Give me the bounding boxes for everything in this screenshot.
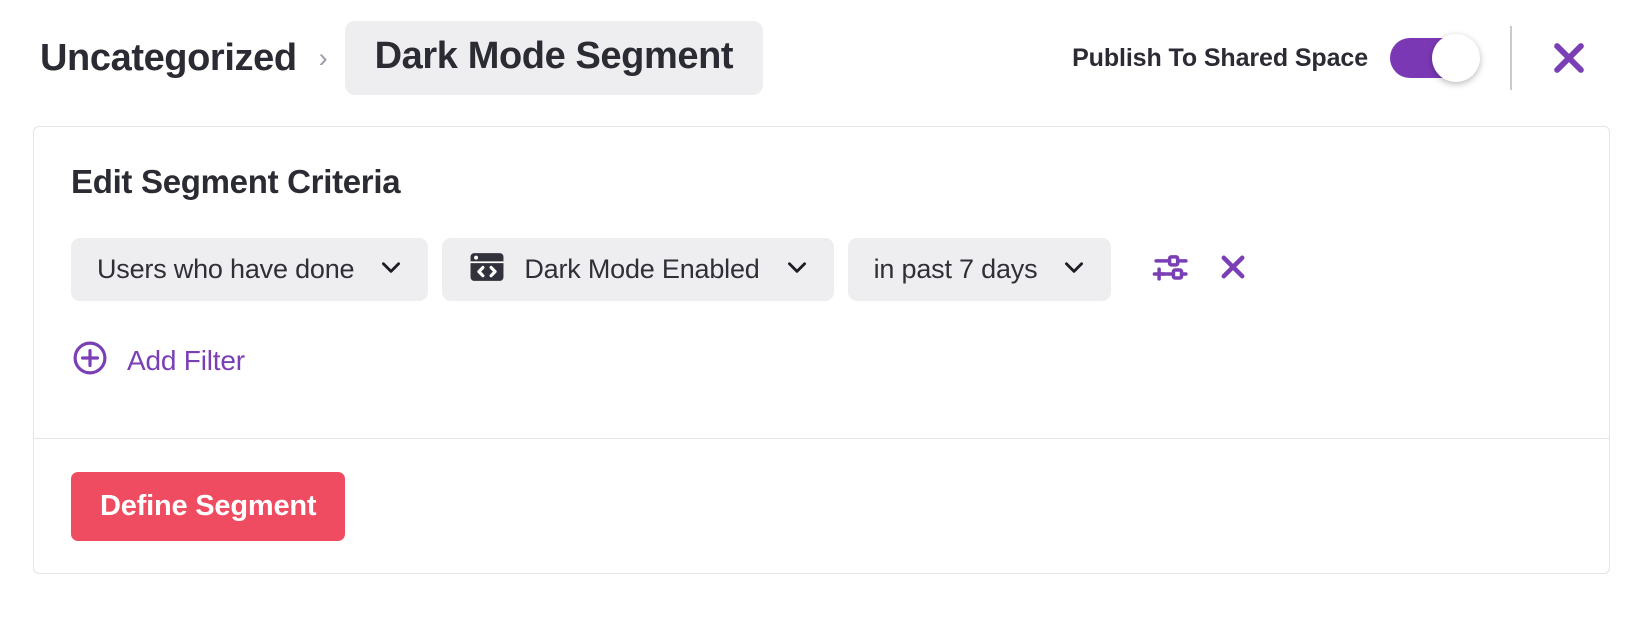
segment-editor-page: Uncategorized › Dark Mode Segment Publis… bbox=[0, 0, 1642, 632]
card-title: Edit Segment Criteria bbox=[71, 163, 401, 200]
chevron-down-icon bbox=[784, 254, 810, 285]
card-footer: Define Segment bbox=[34, 439, 1609, 573]
event-dropdown[interactable]: Dark Mode Enabled bbox=[442, 238, 834, 301]
publish-to-shared-space-toggle[interactable] bbox=[1390, 34, 1480, 82]
breadcrumb-root[interactable]: Uncategorized bbox=[40, 37, 297, 80]
event-dropdown-value: Dark Mode Enabled bbox=[524, 254, 760, 284]
card-body: Edit Segment Criteria Users who have don… bbox=[34, 127, 1609, 382]
chevron-down-icon bbox=[378, 254, 404, 285]
plus-circle-icon bbox=[71, 339, 109, 382]
timeframe-dropdown-value: in past 7 days bbox=[873, 254, 1038, 284]
header-divider bbox=[1510, 26, 1512, 90]
code-window-icon bbox=[468, 248, 506, 291]
close-icon bbox=[1216, 250, 1250, 289]
chevron-down-icon bbox=[1061, 254, 1087, 285]
timeframe-dropdown[interactable]: in past 7 days bbox=[847, 238, 1112, 301]
publish-to-shared-space-label: Publish To Shared Space bbox=[1072, 43, 1368, 72]
breadcrumb-separator-icon: › bbox=[318, 42, 328, 73]
segment-filter-row: Users who have done Dark Mode Enabled in… bbox=[71, 238, 1609, 301]
remove-filter-button[interactable] bbox=[1205, 242, 1261, 298]
add-filter-button[interactable]: Add Filter bbox=[71, 339, 245, 382]
breadcrumb-current-segment-name[interactable]: Dark Mode Segment bbox=[344, 21, 764, 95]
edit-segment-criteria-card: Edit Segment Criteria Users who have don… bbox=[33, 126, 1610, 574]
add-filter-label: Add Filter bbox=[127, 344, 245, 376]
breadcrumb: Uncategorized › Dark Mode Segment bbox=[40, 21, 764, 95]
close-panel-button[interactable] bbox=[1532, 21, 1606, 95]
define-segment-button[interactable]: Define Segment bbox=[71, 471, 346, 541]
header-actions: Publish To Shared Space bbox=[1072, 0, 1642, 116]
scope-dropdown-value: Users who have done bbox=[97, 254, 355, 284]
close-icon bbox=[1547, 36, 1591, 80]
toggle-knob bbox=[1432, 34, 1480, 82]
page-header: Uncategorized › Dark Mode Segment Publis… bbox=[0, 0, 1642, 116]
sliders-icon bbox=[1150, 246, 1192, 293]
filter-properties-button[interactable] bbox=[1143, 242, 1199, 298]
scope-dropdown[interactable]: Users who have done bbox=[71, 238, 429, 301]
